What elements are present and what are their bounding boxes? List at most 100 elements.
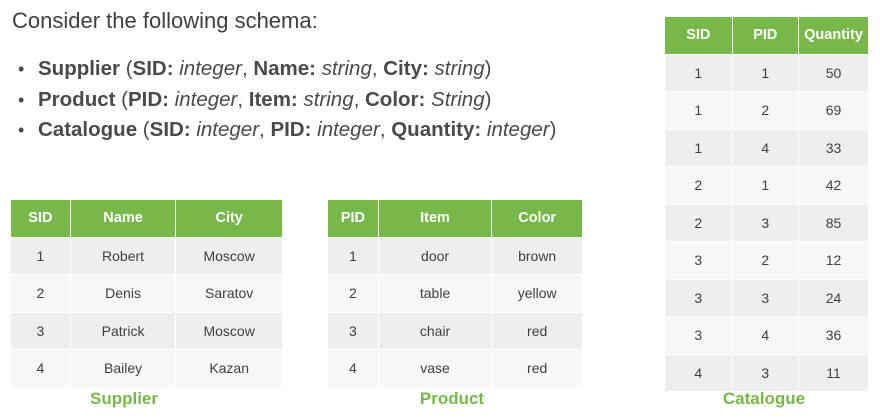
table-row: 2 3 85 [664, 203, 869, 242]
table-cell: 3 [731, 353, 800, 392]
schema-item: • Catalogue (SID: integer, PID: integer, … [18, 115, 556, 146]
schema-list: • Supplier (SID: integer, Name: string, C… [18, 54, 556, 146]
catalogue-caption: Catalogue [722, 389, 806, 408]
table-row: 4 3 11 [664, 353, 869, 392]
table-cell: yellow [491, 274, 583, 313]
supplier-caption: Supplier [89, 389, 158, 408]
table-cell: 2 [664, 166, 733, 205]
table-cell: 1 [731, 53, 800, 92]
column-header: SID [10, 199, 71, 238]
table-row: 4 Bailey Kazan [10, 349, 283, 388]
bullet-icon: • [18, 89, 25, 110]
table-row: 3 chair red [327, 311, 583, 350]
table-cell: 3 [327, 311, 379, 350]
schema-text: Catalogue [38, 118, 138, 141]
product-caption: Product [419, 389, 485, 408]
table-cell: 24 [798, 278, 869, 317]
table-row: 3 2 12 [664, 241, 869, 280]
schema-text: ( [137, 118, 150, 141]
column-header: Quantity [798, 16, 869, 55]
schema-text: ) [484, 87, 492, 111]
table-cell: Moscow [175, 236, 283, 275]
table-cell: 2 [664, 203, 733, 242]
table-cell: Patrick [69, 311, 177, 350]
bullet-icon: • [18, 59, 25, 79]
table-cell: 85 [798, 203, 869, 242]
table-cell: door [377, 236, 493, 275]
table-cell: 1 [664, 91, 733, 130]
schema-text: ( [120, 57, 133, 80]
table-row: 1 door brown [327, 236, 583, 275]
column-header: Name [69, 199, 177, 238]
table-cell: Moscow [175, 311, 283, 350]
table-cell: table [377, 274, 493, 313]
table-header-row: PID Item Color [327, 199, 583, 238]
table-row: 2 table yellow [327, 274, 583, 313]
supplier-table: SID Name City 1 Robert Moscow 2 Denis Saratov 3 Pa… [10, 199, 283, 388]
table-cell: 33 [798, 128, 869, 167]
schema-text: integer [311, 118, 380, 141]
schema-text: PID: [127, 87, 169, 111]
schema-text: , [353, 87, 365, 111]
column-header: City [175, 199, 283, 238]
column-header: SID [664, 16, 733, 55]
table-cell: 42 [798, 166, 869, 205]
table-cell: 1 [664, 128, 733, 167]
schema-text: Name: [253, 57, 317, 80]
schema-text: Item: [248, 87, 298, 111]
table-cell: 11 [798, 353, 869, 392]
schema-item: • Product (PID: integer, Item: string, Co… [18, 85, 556, 116]
schema-text: , [379, 118, 392, 141]
column-header: PID [327, 199, 379, 238]
schema-text: Quantity: [391, 118, 482, 141]
schema-text: ( [115, 87, 128, 111]
schema-text: Supplier [38, 57, 121, 80]
column-header: Item [377, 199, 493, 238]
schema-text: string [428, 57, 485, 80]
schema-item: • Supplier (SID: integer, Name: string, C… [18, 54, 556, 85]
table-cell: 4 [10, 349, 71, 388]
table-header-row: SID Name City [10, 199, 283, 238]
table-cell: Kazan [175, 349, 283, 388]
bullet-icon: • [18, 120, 25, 140]
schema-text: SID: [132, 57, 174, 80]
schema-text: string [316, 57, 372, 80]
column-header: PID [731, 16, 800, 55]
table-cell: red [491, 311, 583, 350]
table-row: 1 Robert Moscow [10, 236, 283, 275]
schema-text: integer [173, 57, 242, 80]
catalogue-table: SID PID Quantity 1 1 50 1 2 69 1 4 33 2 1 42 2 3 85 3 2 12 3 3… [664, 16, 869, 392]
table-header-row: SID PID Quantity [664, 16, 869, 55]
schema-text: SID: [149, 118, 191, 141]
schema-text: integer [168, 87, 238, 111]
table-cell: 69 [798, 91, 869, 130]
table-cell: 4 [664, 353, 733, 392]
table-cell: 2 [327, 274, 379, 313]
schema-text: string [297, 87, 354, 111]
table-row: 2 1 42 [664, 166, 869, 205]
schema-text: integer [481, 118, 550, 141]
table-cell: vase [377, 349, 493, 388]
table-row: 1 1 50 [664, 53, 869, 92]
schema-text: ) [549, 118, 557, 141]
table-cell: 1 [731, 166, 800, 205]
table-row: 3 Patrick Moscow [10, 311, 283, 350]
table-cell: 2 [10, 274, 71, 313]
table-cell: 1 [664, 53, 733, 92]
table-cell: 4 [731, 316, 800, 355]
table-cell: 3 [731, 203, 800, 242]
table-cell: 3 [10, 311, 71, 350]
table-row: 3 3 24 [664, 278, 869, 317]
table-cell: chair [377, 311, 493, 350]
table-cell: 3 [664, 316, 733, 355]
table-cell: 50 [798, 53, 869, 92]
table-cell: 2 [731, 241, 800, 280]
page-heading: Consider the following schema: [12, 8, 318, 33]
schema-text: , [259, 118, 271, 141]
schema-text: integer [190, 118, 260, 141]
table-row: 1 4 33 [664, 128, 869, 167]
table-row: 1 2 69 [664, 91, 869, 130]
table-cell: 3 [731, 278, 800, 317]
column-header: Color [491, 199, 583, 238]
table-cell: brown [491, 236, 583, 275]
